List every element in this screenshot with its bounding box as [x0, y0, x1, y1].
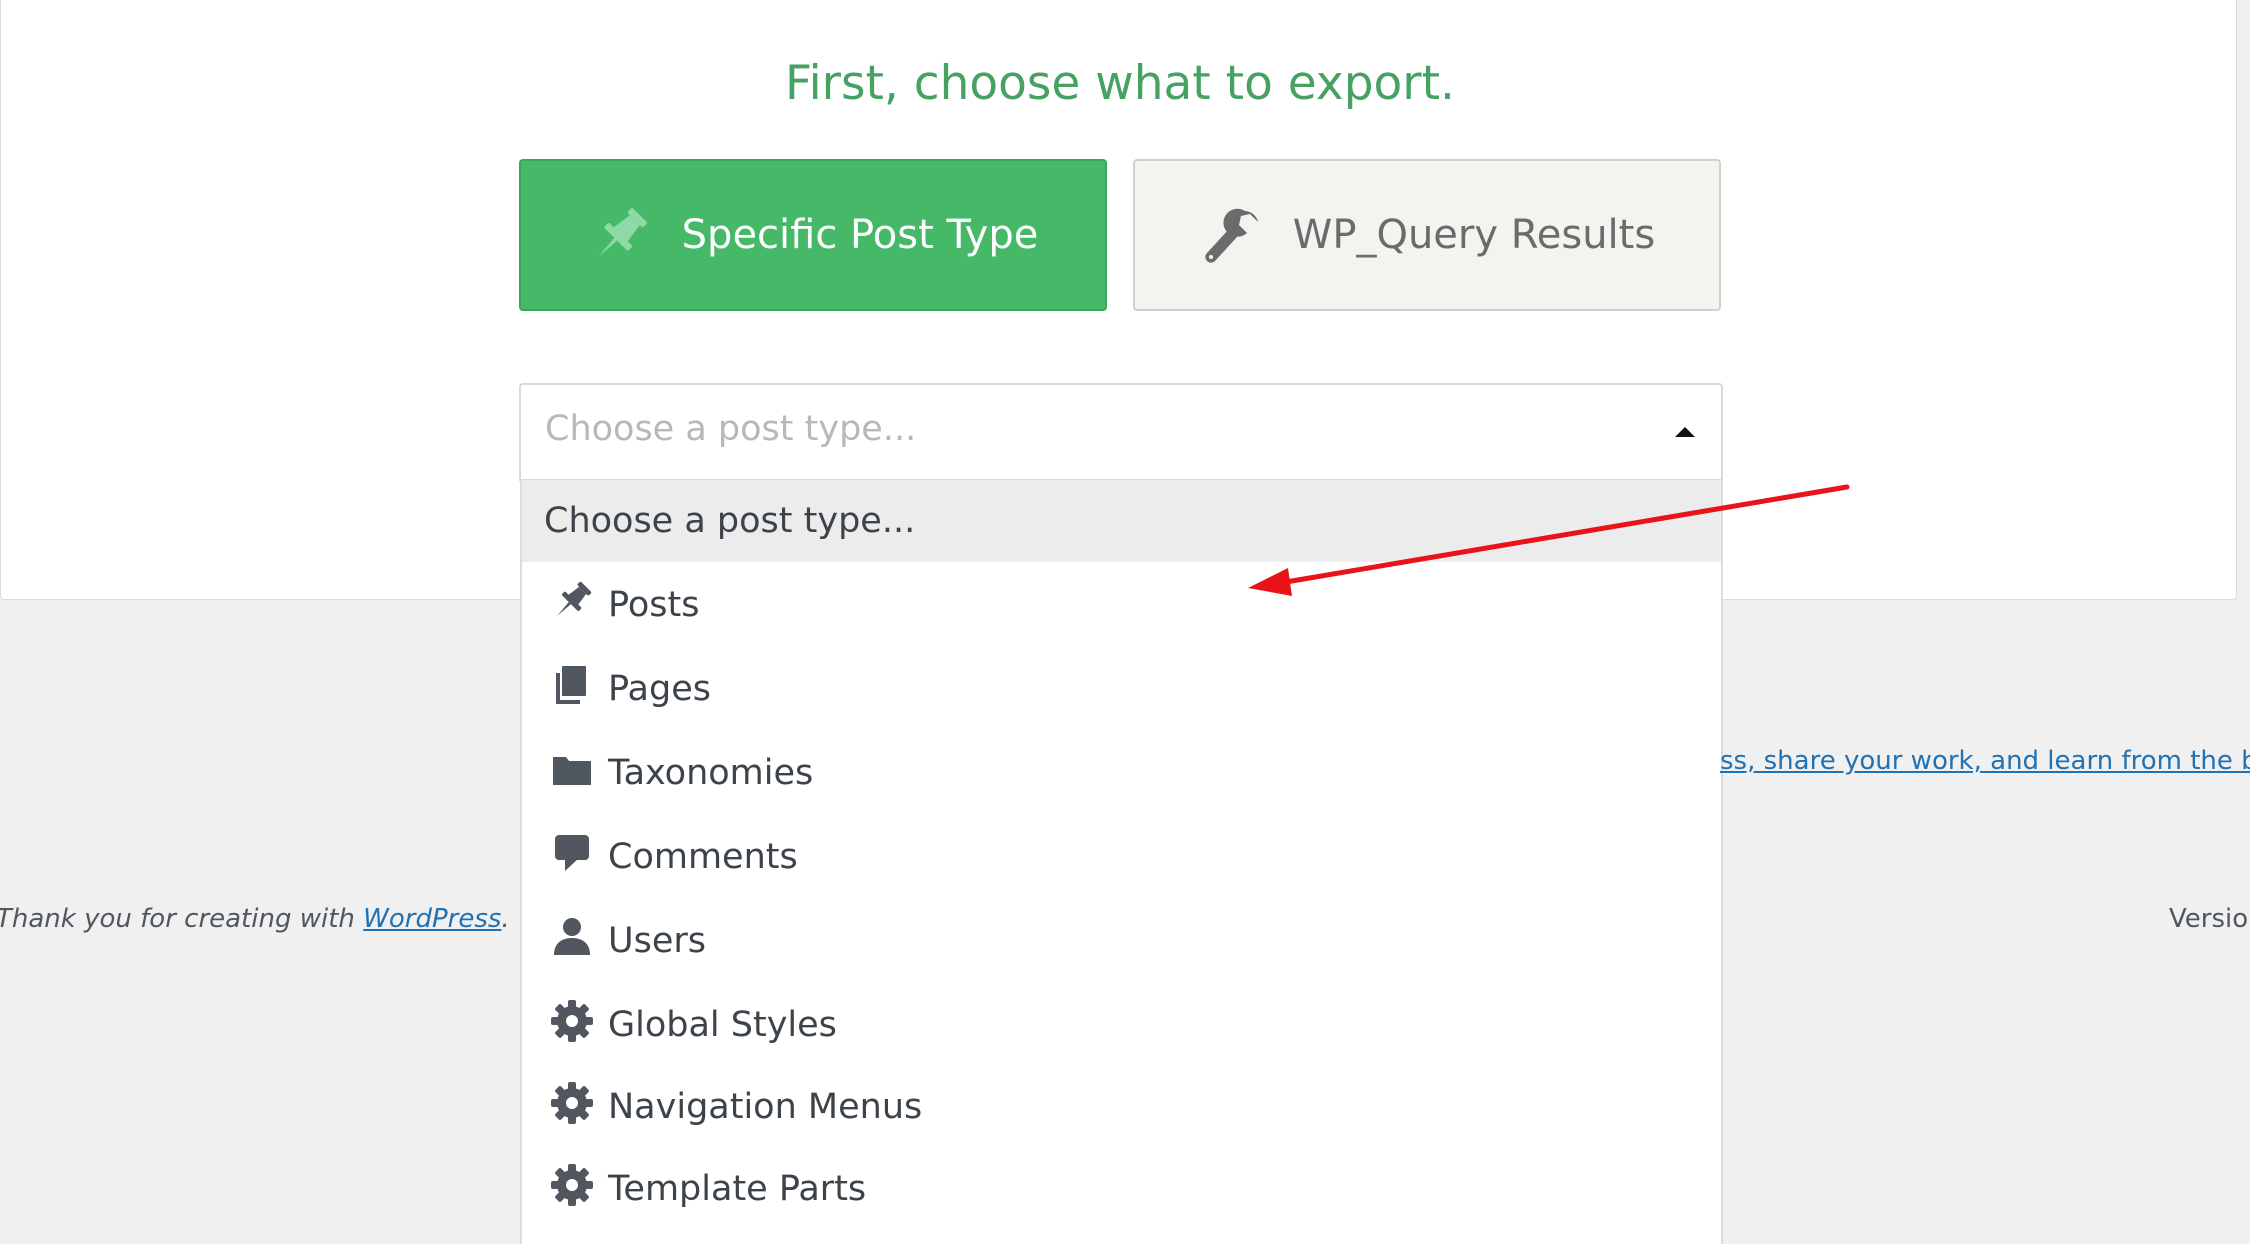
pages-icon [550, 663, 594, 707]
community-link[interactable]: ss, share your work, and learn from the … [1720, 746, 2250, 776]
footer-thanks-suffix: . [501, 904, 510, 934]
post-type-dropdown: Choose a post type... Posts Pages Taxono… [520, 480, 1723, 1244]
option-navigation-menus[interactable]: Navigation Menus [522, 1066, 1721, 1148]
option-placeholder[interactable]: Choose a post type... [522, 480, 1721, 562]
pushpin-icon [550, 579, 594, 623]
option-label: Posts [608, 585, 700, 625]
caret-up-icon [1675, 427, 1695, 437]
option-posts[interactable]: Posts [522, 564, 1721, 646]
gear-icon [550, 1081, 594, 1125]
option-label: Choose a post type... [544, 501, 916, 541]
folder-icon [550, 747, 594, 791]
option-global-styles[interactable]: Global Styles [522, 984, 1721, 1066]
footer-version: Version [2169, 904, 2250, 934]
specific-post-type-label: Specific Post Type [681, 212, 1039, 258]
pushpin-icon [588, 203, 652, 267]
option-label: Comments [608, 837, 798, 877]
footer-thanks-text: Thank you for creating with [0, 904, 364, 934]
page-title: First, choose what to export. [785, 56, 1455, 111]
option-label: Navigation Menus [608, 1087, 923, 1127]
user-icon [550, 915, 594, 959]
gear-icon [550, 1163, 594, 1207]
wordpress-link[interactable]: WordPress [363, 904, 501, 934]
option-label: Taxonomies [608, 753, 814, 793]
footer-thanks: Thank you for creating with WordPress. [0, 904, 510, 934]
option-label: Users [608, 921, 707, 961]
wrench-icon [1199, 203, 1263, 267]
option-label: Pages [608, 669, 711, 709]
post-type-select[interactable]: Choose a post type... [519, 383, 1723, 481]
comment-icon [550, 831, 594, 875]
gear-icon [550, 999, 594, 1043]
option-label: Template Parts [608, 1169, 867, 1209]
option-pages[interactable]: Pages [522, 648, 1721, 730]
wp-query-results-button[interactable]: WP_Query Results [1133, 159, 1721, 311]
wp-query-results-label: WP_Query Results [1292, 212, 1656, 258]
option-template-parts[interactable]: Template Parts [522, 1148, 1721, 1230]
option-users[interactable]: Users [522, 900, 1721, 982]
option-label: Global Styles [608, 1005, 837, 1045]
option-taxonomies[interactable]: Taxonomies [522, 732, 1721, 814]
select-placeholder: Choose a post type... [545, 409, 917, 449]
specific-post-type-button[interactable]: Specific Post Type [519, 159, 1107, 311]
option-comments[interactable]: Comments [522, 816, 1721, 898]
